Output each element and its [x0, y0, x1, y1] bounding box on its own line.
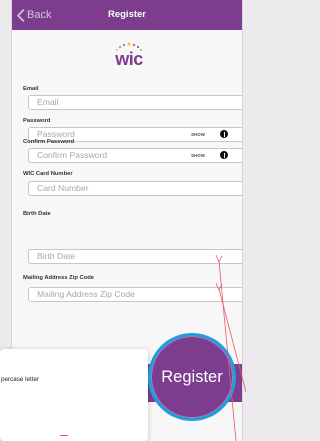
email-label: Email	[23, 86, 39, 92]
card-number-field[interactable]: Card Number	[28, 181, 242, 196]
info-circle-icon[interactable]	[220, 151, 228, 159]
password-requirements-popup: percase letter	[0, 349, 148, 441]
zip-code-field[interactable]: Mailing Address Zip Code	[28, 287, 242, 302]
register-button[interactable]: Register	[148, 333, 236, 421]
register-button-label: Register	[161, 367, 223, 386]
birth-date-field[interactable]: Birth Date	[28, 249, 242, 264]
confirm-password-label: Confirm Password	[23, 139, 75, 145]
wic-card-number-label: WIC Card Number	[23, 171, 73, 177]
popup-requirement-text: percase letter	[1, 376, 40, 383]
zip-code-label: Mailing Address Zip Code	[23, 275, 94, 281]
confirm-password-field[interactable]: Confirm Password	[28, 148, 242, 163]
info-circle-icon[interactable]	[220, 130, 228, 138]
navigation-bar: Back Register	[12, 0, 242, 30]
password-label: Password	[23, 118, 51, 124]
password-show-toggle[interactable]: SHOW	[191, 132, 205, 137]
confirm-password-show-toggle[interactable]: SHOW	[191, 153, 205, 158]
logo-wordmark: wic	[114, 49, 143, 69]
birth-date-label: Birth Date	[23, 211, 51, 217]
email-field[interactable]: Email	[28, 95, 242, 110]
wic-logo: wic	[103, 37, 155, 69]
popup-error-mark	[60, 435, 68, 439]
page-title: Register	[107, 9, 146, 20]
